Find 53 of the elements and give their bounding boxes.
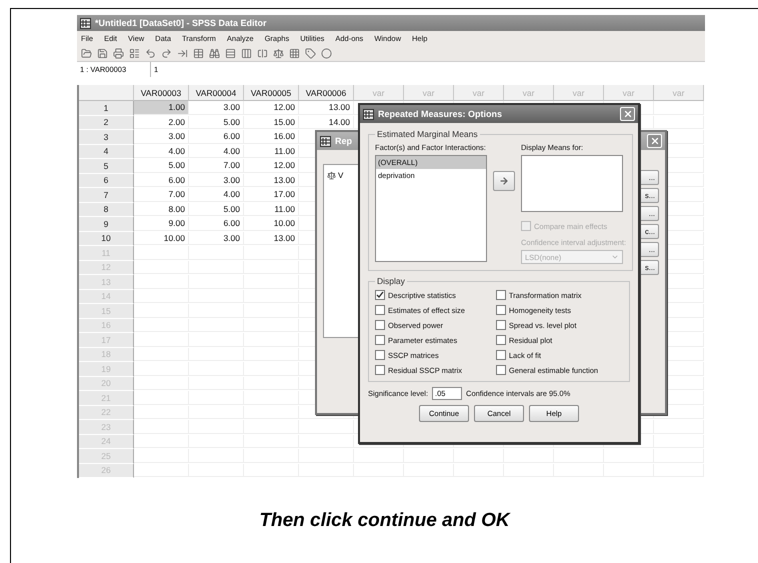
variable-item[interactable]: V [338, 171, 344, 180]
table-cell[interactable]: 7.00 [189, 159, 244, 172]
row-number[interactable]: 4 [79, 144, 134, 159]
table-cell[interactable]: 5.00 [189, 116, 244, 129]
table-cell[interactable]: 5.00 [134, 159, 189, 172]
table-cell[interactable]: 6.00 [134, 174, 189, 187]
table-cell[interactable]: 13.00 [244, 174, 299, 187]
table-cell[interactable]: 2.00 [134, 116, 189, 129]
group-title: Display [376, 276, 406, 286]
table-cell[interactable]: 7.00 [134, 188, 189, 202]
column-header[interactable]: VAR00005 [244, 85, 299, 101]
row-number[interactable]: 10 [79, 232, 134, 246]
row-number[interactable]: 9 [79, 217, 134, 232]
window-title: *Untitled1 [DataSet0] - SPSS Data Editor [95, 18, 267, 28]
dialog-title: Rep [335, 136, 352, 146]
table-cell[interactable]: 15.00 [244, 116, 299, 129]
row-number[interactable]: 6 [79, 174, 134, 188]
caption: Then click continue and OK [258, 510, 512, 532]
table-cell[interactable]: 10.00 [134, 232, 189, 245]
table-cell[interactable]: 6.00 [189, 130, 244, 144]
table-cell[interactable]: 11.00 [244, 202, 299, 216]
row-number[interactable]: 7 [79, 188, 134, 202]
column-header[interactable]: VAR00003 [134, 85, 189, 101]
table-cell[interactable]: 13.00 [299, 101, 354, 114]
table-cell[interactable]: 3.00 [134, 130, 189, 144]
table-cell[interactable]: 3.00 [189, 232, 244, 245]
table-cell[interactable]: 16.00 [244, 130, 299, 144]
row-number[interactable]: 3 [79, 130, 134, 144]
dialog-title: Repeated Measures: Options [378, 109, 502, 119]
table-cell[interactable]: 3.00 [189, 174, 244, 187]
table-cell[interactable]: 9.00 [134, 217, 189, 230]
table-cell[interactable]: 14.00 [299, 116, 354, 129]
table-cell[interactable]: 4.00 [134, 144, 189, 158]
table-cell[interactable]: 3.00 [189, 101, 244, 114]
table-cell[interactable]: 6.00 [189, 217, 244, 230]
column-header[interactable]: VAR00004 [189, 85, 244, 101]
table-cell[interactable]: 13.00 [244, 232, 299, 245]
table-cell[interactable]: 5.00 [189, 202, 244, 216]
row-number[interactable]: 5 [79, 159, 134, 174]
table-cell[interactable]: 8.00 [134, 202, 189, 216]
table-cell[interactable]: 17.00 [244, 188, 299, 202]
table-cell[interactable]: 12.00 [244, 159, 299, 172]
table-cell[interactable]: 12.00 [244, 101, 299, 114]
table-cell[interactable]: 1.00 [134, 101, 189, 114]
column-header[interactable]: VAR00006 [299, 85, 354, 101]
table-cell[interactable]: 10.00 [244, 217, 299, 230]
row-number[interactable]: 8 [79, 202, 134, 217]
table-cell[interactable]: 11.00 [244, 144, 299, 158]
table-cell[interactable]: 4.00 [189, 188, 244, 202]
row-number[interactable]: 2 [79, 116, 134, 130]
group-title: Estimated Marginal Means [376, 129, 479, 139]
table-cell[interactable]: 4.00 [189, 144, 244, 158]
row-number[interactable]: 1 [79, 101, 134, 116]
